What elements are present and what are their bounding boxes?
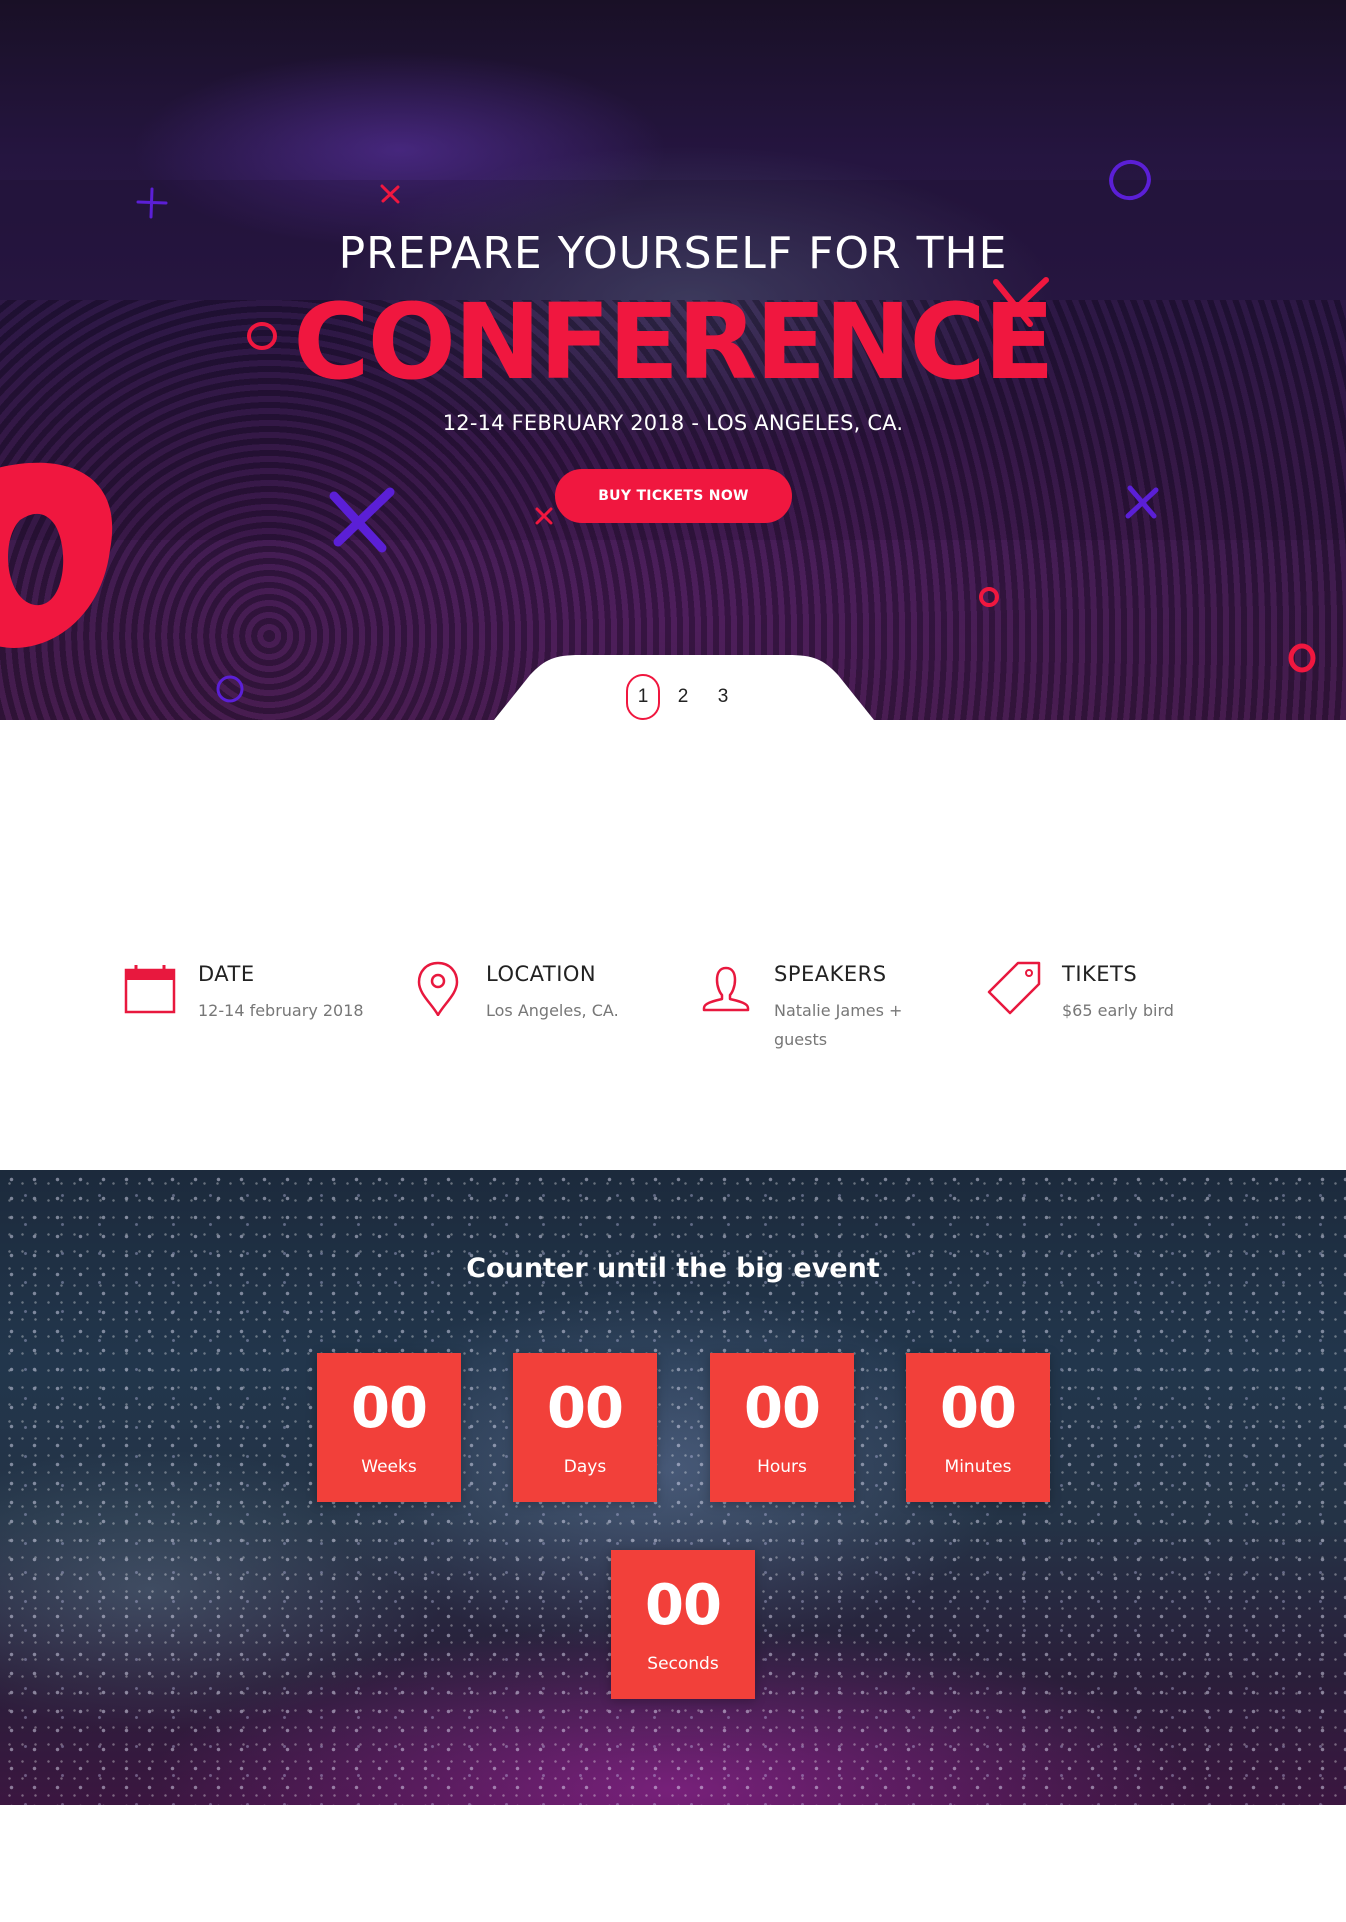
decor-purple-ring-icon — [1109, 159, 1151, 201]
countdown-value-weeks: 00 — [351, 1376, 428, 1441]
countdown-box-seconds: 00 Seconds — [611, 1550, 755, 1699]
buy-tickets-button[interactable]: BUY TICKETS NOW — [555, 469, 792, 523]
slide-dot-1[interactable]: 1 — [626, 674, 660, 720]
decor-x-large-purple-icon — [329, 487, 395, 553]
countdown-value-seconds: 00 — [645, 1573, 722, 1638]
price-tag-icon — [987, 961, 1041, 1015]
countdown-label-minutes: Minutes — [944, 1457, 1012, 1477]
hero-title: CONFERENCE — [293, 281, 1054, 403]
event-info-row: DATE 12-14 february 2018 LOCATION Los An… — [122, 960, 1242, 1060]
decor-x-purple-right-icon — [1125, 485, 1159, 519]
hero-kicker: PREPARE YOURSELF FOR THE — [338, 228, 1008, 279]
countdown-box-weeks: 00 Weeks — [317, 1353, 461, 1502]
info-value-tickets: $65 early bird — [1062, 1001, 1174, 1020]
info-item-speakers: SPEAKERS Natalie James + guests — [698, 960, 958, 1060]
slide-dot-3[interactable]: 3 — [706, 674, 740, 720]
info-value-location: Los Angeles, CA. — [486, 1001, 619, 1020]
countdown-title: Counter until the big event — [466, 1253, 880, 1284]
info-item-location: LOCATION Los Angeles, CA. — [410, 960, 670, 1060]
info-value-date: 12-14 february 2018 — [198, 1001, 364, 1020]
info-item-tickets: TIKETS $65 early bird — [986, 960, 1246, 1060]
decor-purple-ring-left-icon — [216, 675, 244, 703]
calendar-icon — [124, 965, 176, 1014]
hero-date-location: 12-14 FEBRUARY 2018 - LOS ANGELES, CA. — [442, 411, 904, 435]
info-label-tickets: TIKETS — [1062, 962, 1138, 986]
decor-red-ring-right-icon — [979, 587, 999, 607]
info-label-date: DATE — [198, 962, 255, 986]
slide-dot-2[interactable]: 2 — [666, 674, 700, 720]
slider-pagination: 1 2 3 — [626, 674, 740, 720]
info-value-speakers: Natalie James + guests — [774, 1001, 903, 1049]
info-item-date: DATE 12-14 february 2018 — [122, 960, 382, 1060]
location-pin-icon — [417, 961, 459, 1016]
person-icon — [702, 966, 750, 1012]
countdown-value-hours: 00 — [744, 1376, 821, 1441]
info-label-speakers: SPEAKERS — [774, 962, 887, 986]
decor-red-ring-far-right-icon — [1288, 643, 1316, 673]
decor-plus-icon — [136, 187, 168, 219]
countdown-box-days: 00 Days — [513, 1353, 657, 1502]
countdown-label-weeks: Weeks — [361, 1457, 417, 1477]
countdown-label-hours: Hours — [757, 1457, 807, 1477]
countdown-label-seconds: Seconds — [647, 1654, 719, 1674]
countdown-value-minutes: 00 — [940, 1376, 1017, 1441]
decor-big-red-ring-icon — [0, 462, 112, 648]
hero-section: PREPARE YOURSELF FOR THE CONFERENCE 12-1… — [0, 0, 1346, 720]
decor-x-small-red-icon — [380, 184, 400, 204]
countdown-value-days: 00 — [547, 1376, 624, 1441]
countdown-label-days: Days — [563, 1457, 607, 1477]
countdown-box-minutes: 00 Minutes — [906, 1353, 1050, 1502]
countdown-box-hours: 00 Hours — [710, 1353, 854, 1502]
info-label-location: LOCATION — [486, 962, 597, 986]
decor-x-red-small-icon — [535, 507, 553, 525]
